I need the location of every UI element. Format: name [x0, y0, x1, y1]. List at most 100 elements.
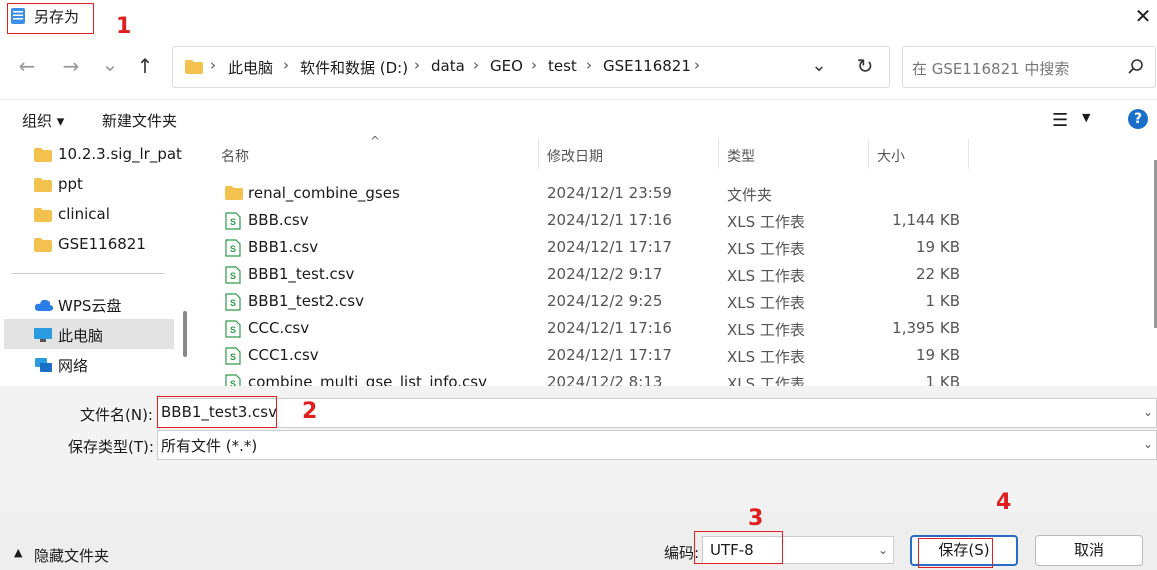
sidebar-item-ppt[interactable]: ppt	[4, 169, 174, 199]
column-header-type[interactable]: 类型	[727, 146, 755, 166]
column-divider[interactable]	[538, 139, 539, 169]
sidebar-item-label: GSE116821	[58, 235, 146, 253]
column-divider[interactable]	[968, 139, 969, 169]
file-row[interactable]: S CCC1.csv 2024/12/1 17:17 XLS 工作表 19 KB	[195, 342, 1155, 369]
file-type: XLS 工作表	[727, 294, 805, 312]
new-folder-button[interactable]: 新建文件夹	[102, 110, 177, 131]
file-row[interactable]: S BBB.csv 2024/12/1 17:16 XLS 工作表 1,144 KB	[195, 207, 1155, 234]
file-name: renal_combine_gses	[248, 184, 400, 202]
breadcrumb-item[interactable]: data	[431, 57, 465, 75]
annotation-box-filename	[157, 396, 277, 428]
hide-folders-button[interactable]: 隐藏文件夹	[34, 545, 109, 566]
sidebar-scrollbar[interactable]	[183, 311, 187, 357]
folder-icon	[34, 178, 52, 192]
svg-text:S: S	[230, 244, 236, 254]
filetype-select[interactable]	[157, 430, 1157, 460]
file-type: XLS 工作表	[727, 348, 805, 366]
file-size: 19 KB	[916, 346, 960, 364]
spreadsheet-file-icon: S	[225, 212, 241, 230]
annotation-box-save	[918, 538, 993, 568]
file-row[interactable]: S CCC.csv 2024/12/1 17:16 XLS 工作表 1,395 KB	[195, 315, 1155, 342]
file-row[interactable]: S BBB1_test.csv 2024/12/2 9:17 XLS 工作表 22 KB	[195, 261, 1155, 288]
computer-icon	[34, 328, 52, 342]
up-button[interactable]: ↑	[130, 52, 160, 82]
folder-icon	[225, 186, 243, 200]
breadcrumb-item[interactable]: test	[548, 57, 577, 75]
file-row[interactable]: S BBB1.csv 2024/12/1 17:17 XLS 工作表 19 KB	[195, 234, 1155, 261]
sidebar-item-network[interactable]: 网络	[4, 349, 174, 379]
file-row[interactable]: renal_combine_gses 2024/12/1 23:59 文件夹	[195, 180, 1155, 207]
sidebar-item-label: 网络	[58, 357, 89, 375]
breadcrumb-separator: ›	[531, 56, 537, 74]
sidebar-item-10-2-3[interactable]: 10.2.3.sig_lr_pat	[4, 139, 182, 169]
collapse-icon[interactable]: ▲	[14, 546, 22, 559]
title-bar	[0, 0, 1157, 36]
breadcrumb-separator: ›	[210, 56, 216, 74]
help-icon[interactable]: ?	[1128, 109, 1148, 129]
svg-text:S: S	[230, 271, 236, 281]
file-size: 19 KB	[916, 238, 960, 256]
view-dropdown-icon[interactable]: ▼	[1082, 111, 1090, 124]
column-divider[interactable]	[868, 139, 869, 169]
file-name: CCC.csv	[248, 319, 310, 337]
spreadsheet-file-icon: S	[225, 239, 241, 257]
breadcrumb-item[interactable]: GEO	[490, 57, 523, 75]
breadcrumb-separator: ›	[473, 56, 479, 74]
cloud-icon	[34, 299, 54, 311]
breadcrumb-item[interactable]: 此电脑	[228, 57, 273, 78]
sidebar-item-this-pc[interactable]: 此电脑	[4, 319, 174, 349]
file-size: 22 KB	[916, 265, 960, 283]
folder-icon	[185, 60, 203, 74]
breadcrumb-separator: ›	[414, 56, 420, 74]
filename-label: 文件名(N):	[80, 406, 153, 424]
sidebar-divider	[12, 273, 164, 274]
address-dropdown-button[interactable]: ⌄	[804, 52, 834, 82]
sidebar-item-label: WPS云盘	[58, 297, 122, 315]
organize-menu[interactable]: 组织 ▾	[22, 110, 64, 131]
sidebar-item-gse116821[interactable]: GSE116821	[4, 229, 174, 259]
annotation-number: 4	[996, 490, 1012, 515]
file-size: 1,395 KB	[892, 319, 960, 337]
sidebar-item-wps-cloud[interactable]: WPS云盘	[4, 289, 174, 319]
search-icon[interactable]	[1127, 58, 1145, 76]
cancel-button[interactable]: 取消	[1035, 535, 1143, 566]
column-header-name[interactable]: 名称	[221, 146, 249, 166]
column-header-size[interactable]: 大小	[877, 146, 905, 166]
sidebar-item-label: clinical	[58, 205, 110, 223]
sidebar-item-label: 此电脑	[58, 327, 104, 345]
folder-icon	[34, 208, 52, 222]
sidebar-item-clinical[interactable]: clinical	[4, 199, 174, 229]
svg-text:S: S	[230, 298, 236, 308]
file-name: BBB.csv	[248, 211, 309, 229]
column-header-date[interactable]: 修改日期	[547, 146, 603, 166]
refresh-button[interactable]: ↻	[850, 52, 880, 82]
filename-dropdown-icon[interactable]: ⌄	[1143, 405, 1153, 419]
filetype-value[interactable]: 所有文件 (*.*)	[161, 435, 257, 456]
breadcrumb-item[interactable]: GSE116821	[603, 57, 691, 75]
filetype-dropdown-icon[interactable]: ⌄	[1143, 437, 1153, 451]
annotation-number: 3	[748, 506, 764, 531]
file-type: XLS 工作表	[727, 213, 805, 231]
sidebar-item-label: ppt	[58, 175, 83, 193]
annotation-box-encoding	[694, 531, 783, 564]
file-size: 1 KB	[925, 292, 960, 310]
network-icon	[35, 358, 52, 372]
back-button[interactable]: ←	[12, 52, 42, 82]
breadcrumb-separator: ›	[283, 56, 289, 74]
sidebar-item-label: 10.2.3.sig_lr_pat	[58, 145, 182, 163]
view-options-icon[interactable]: ☰	[1052, 110, 1068, 131]
file-type: XLS 工作表	[727, 267, 805, 285]
encoding-dropdown-icon[interactable]: ⌄	[878, 543, 888, 557]
svg-text:S: S	[230, 325, 236, 335]
annotation-number: 2	[302, 399, 318, 424]
close-button[interactable]: ✕	[1130, 4, 1156, 30]
spreadsheet-file-icon: S	[225, 266, 241, 284]
breadcrumb-item[interactable]: 软件和数据 (D:)	[300, 57, 408, 78]
column-divider[interactable]	[718, 139, 719, 169]
file-date: 2024/12/2 9:17	[547, 265, 663, 283]
file-row[interactable]: S BBB1_test2.csv 2024/12/2 9:25 XLS 工作表 1 KB	[195, 288, 1155, 315]
forward-button[interactable]: →	[56, 52, 86, 82]
annotation-box-title	[7, 3, 94, 34]
recent-locations-button[interactable]: ⌄	[95, 50, 125, 80]
file-name: BBB1.csv	[248, 238, 319, 256]
